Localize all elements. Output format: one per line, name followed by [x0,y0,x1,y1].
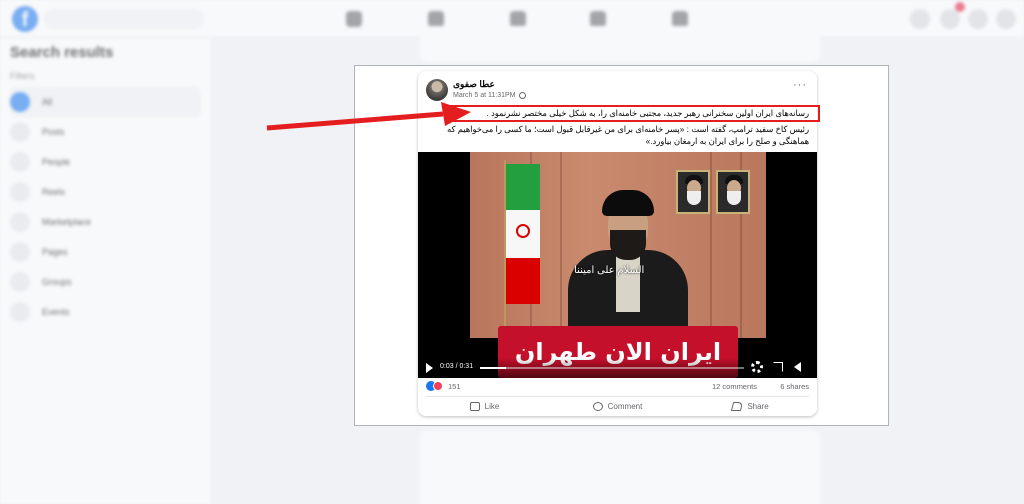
filter-icon [10,182,30,202]
video-icon[interactable] [428,11,444,27]
portrait-right [716,170,750,214]
more-options-icon[interactable]: ··· [793,79,807,91]
filter-people[interactable]: People [10,147,201,177]
comment-label: Comment [607,401,643,411]
post-actions: Like Comment Share [418,398,817,414]
filter-groups[interactable]: Groups [10,267,201,297]
play-icon[interactable] [426,363,433,373]
notification-badge [955,2,965,12]
shares-count[interactable]: 6 shares [780,382,809,391]
filter-icon [10,122,30,142]
gaming-icon[interactable] [672,11,688,27]
filter-icon [10,152,30,172]
share-icon [731,401,744,411]
author-avatar[interactable] [426,79,448,101]
video-overlay-text: السلام علی امیننا [574,265,645,276]
love-reaction-icon [433,381,443,391]
facebook-logo-icon: f [12,6,38,32]
comments-count[interactable]: 12 comments [712,382,757,391]
share-label: Share [747,401,769,411]
like-button[interactable]: Like [418,398,551,414]
comment-button[interactable]: Comment [551,398,684,414]
video-progress-fill [480,367,507,369]
filter-icon [10,212,30,232]
iran-flag [506,164,540,304]
highlight-box [448,105,820,122]
notifications-icon[interactable] [968,9,988,29]
speaker [568,190,688,338]
curtain [560,152,562,338]
messenger-icon[interactable] [940,9,960,29]
avatar[interactable] [996,9,1016,29]
filter-reels[interactable]: Reels [10,177,201,207]
search-filters-sidebar: Search results Filters All Posts People … [0,38,212,504]
reaction-count[interactable]: 151 [448,382,461,391]
divider [426,396,809,397]
menu-icon[interactable] [910,9,930,29]
video-controls: 0:03 / 0:31 [418,358,817,378]
post-date-text: March 5 at 11:31PM [453,92,516,99]
home-icon[interactable] [346,11,362,27]
post-date[interactable]: March 5 at 11:31PM [453,92,526,99]
groups-icon[interactable] [590,11,606,27]
fullscreen-icon[interactable] [773,362,783,372]
facebook-post: عطا صفوی March 5 at 11:31PM ··· رسانه‌ها… [418,71,817,416]
previous-post-card [420,26,820,62]
thumbs-up-icon [469,401,480,411]
video-time: 0:03 / 0:31 [440,363,474,370]
filter-icon [10,92,30,112]
comment-icon [592,401,603,411]
search-results-title: Search results [10,44,114,61]
marketplace-icon[interactable] [510,11,526,27]
annotation-arrow [266,102,471,131]
filters-label: Filters [10,71,35,81]
curtain [710,152,712,338]
search-input[interactable] [44,9,204,29]
settings-gear-icon[interactable] [751,361,763,373]
volume-icon[interactable] [794,362,801,372]
globe-icon [518,92,526,99]
video-player[interactable]: السلام علی امیننا ایران الان طهران 0:03 … [418,152,817,378]
filter-posts[interactable]: Posts [10,117,201,147]
like-label: Like [484,401,500,411]
video-progress-bar[interactable] [480,367,744,369]
filter-icon [10,302,30,322]
filter-events[interactable]: Events [10,297,201,327]
filter-all[interactable]: All [10,87,201,117]
share-button[interactable]: Share [684,398,817,414]
next-post-card [420,430,820,504]
author-name[interactable]: عطا صفوی [453,79,495,90]
filter-icon [10,272,30,292]
filter-marketplace[interactable]: Marketplace [10,207,201,237]
filter-pages[interactable]: Pages [10,237,201,267]
filter-icon [10,242,30,262]
post-stats: 151 12 comments 6 shares [426,380,809,394]
post-text-line2: رئیس کاخ سفید ترامپ، گفته است : «پسر خام… [447,124,809,146]
video-frame: السلام علی امیننا ایران الان طهران [470,152,766,378]
